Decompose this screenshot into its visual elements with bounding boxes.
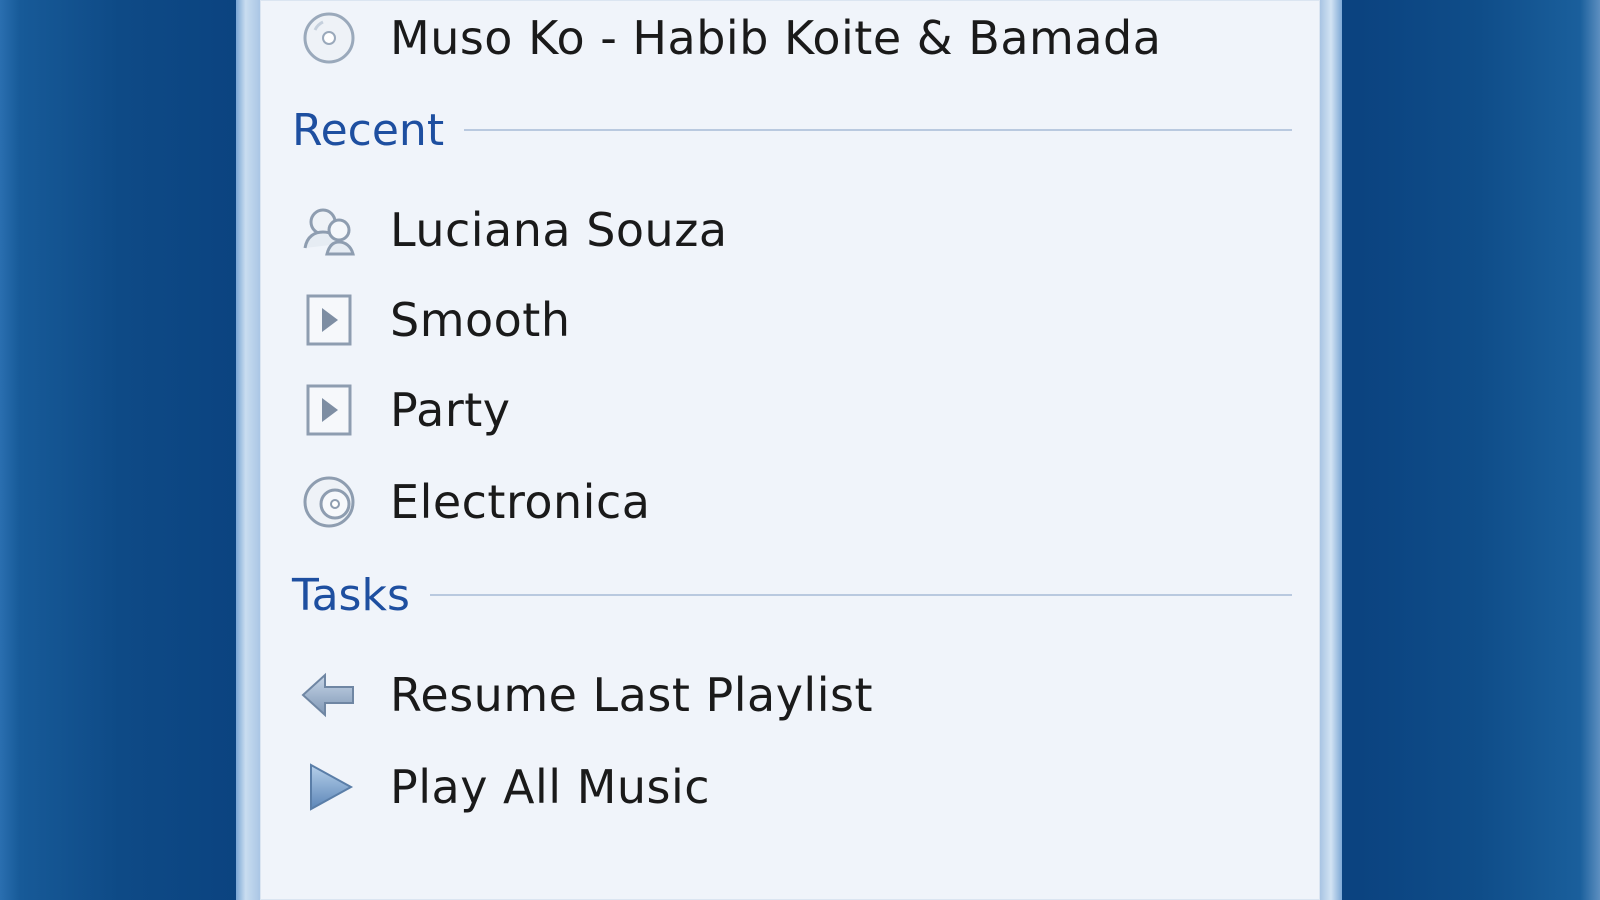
section-recent: Recent [292,100,1292,160]
section-divider [429,594,1292,596]
list-item-label: Electronica [390,475,651,529]
list-item-label: Smooth [390,293,571,347]
playlist-icon [298,289,360,351]
task-resume-last-playlist[interactable]: Resume Last Playlist [290,655,1290,735]
task-play-all-music[interactable]: Play All Music [290,747,1290,827]
list-item-label: Muso Ko - Habib Koite & Bamada [390,11,1162,65]
jump-list: Muso Ko - Habib Koite & Bamada Recent Lu… [260,0,1320,900]
list-item-smooth[interactable]: Smooth [290,280,1290,360]
section-tasks: Tasks [292,565,1292,625]
play-icon [298,756,360,818]
task-label: Play All Music [390,760,711,814]
section-title: Recent [292,104,445,156]
section-divider [464,129,1292,131]
artist-icon [298,199,360,261]
list-item-party[interactable]: Party [290,370,1290,450]
genre-icon [298,471,360,533]
section-title: Tasks [292,569,410,621]
list-item-electronica[interactable]: Electronica [290,462,1290,542]
playlist-icon [298,379,360,441]
window-frame-right [1320,0,1342,900]
disc-icon [298,7,360,69]
list-item-label: Luciana Souza [390,203,728,257]
list-item-label: Party [390,383,511,437]
task-label: Resume Last Playlist [390,668,873,722]
list-item-muso-ko[interactable]: Muso Ko - Habib Koite & Bamada [290,0,1290,78]
list-item-luciana-souza[interactable]: Luciana Souza [290,190,1290,270]
back-arrow-icon [298,664,360,726]
window-frame-left [236,0,260,900]
